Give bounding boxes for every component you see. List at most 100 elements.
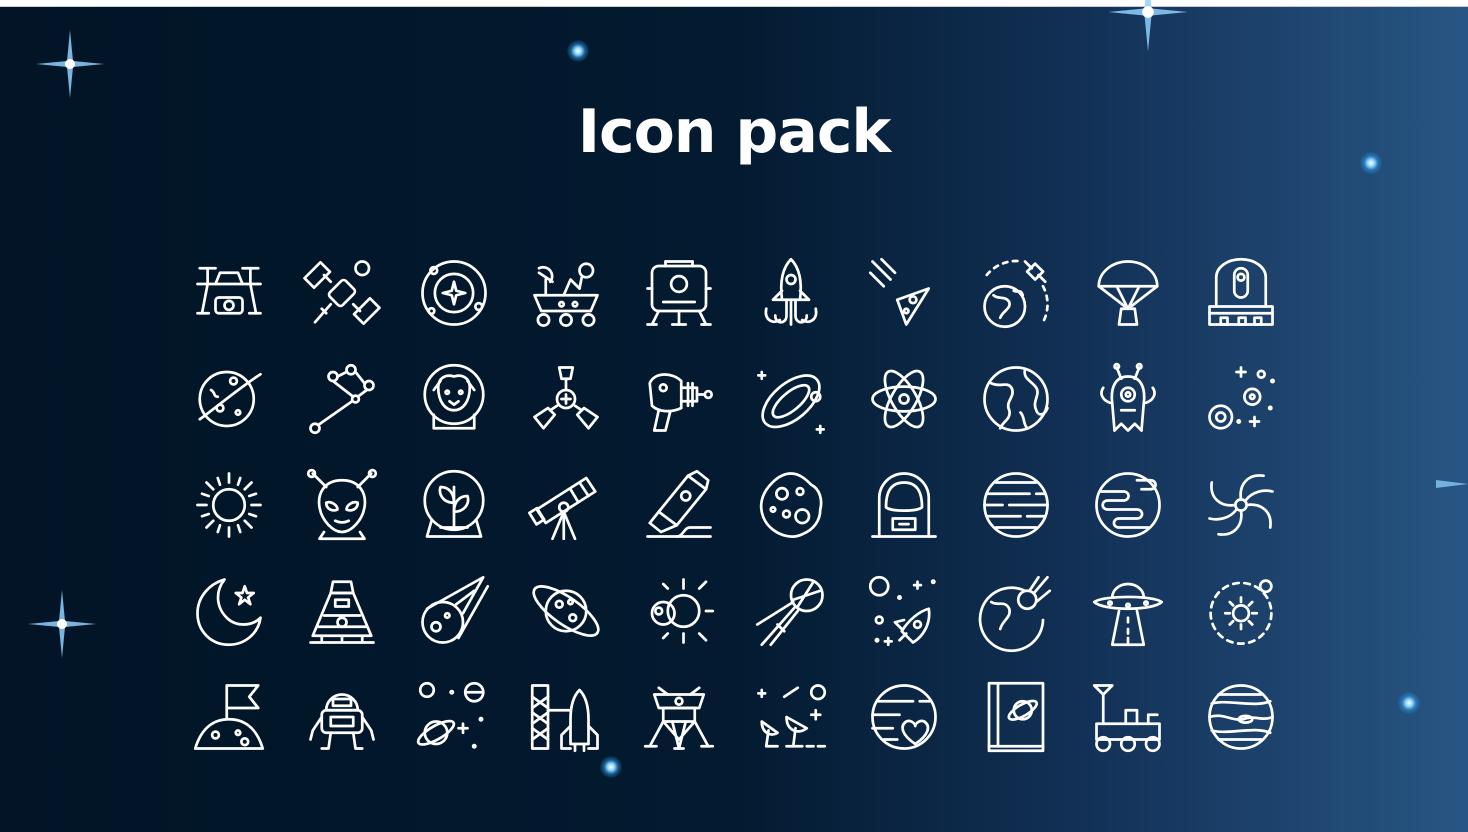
- icon-cell[interactable]: [398, 452, 510, 558]
- moon-flag-icon: [194, 684, 265, 750]
- observatory-icon: [1207, 257, 1274, 326]
- icon-cell[interactable]: [847, 664, 959, 770]
- meteor-shower-icon: [868, 257, 930, 326]
- satellite-icon: [302, 260, 381, 326]
- atom-icon: [870, 369, 937, 429]
- icon-cell[interactable]: [510, 558, 622, 664]
- icon-cell[interactable]: [1072, 664, 1184, 770]
- icon-cell[interactable]: [510, 452, 622, 558]
- ringed-planet-icon: [198, 370, 263, 428]
- rocket-launch-icon: [764, 257, 818, 326]
- icon-cell[interactable]: [1185, 346, 1297, 452]
- icon-cell[interactable]: [623, 558, 735, 664]
- icon-cell[interactable]: [398, 240, 510, 346]
- icon-cell[interactable]: [510, 346, 622, 452]
- sparkle-star-icon: [28, 590, 96, 658]
- moon-crater-icon: [760, 472, 823, 538]
- icon-cell[interactable]: [173, 346, 285, 452]
- space-station-module-icon: [533, 366, 600, 430]
- sparkle-star-icon: [1108, 0, 1188, 52]
- earth-map-icon: [1095, 472, 1162, 538]
- planets-icon: [416, 681, 485, 749]
- icon-cell[interactable]: [1072, 240, 1184, 346]
- icon-cell[interactable]: [285, 240, 397, 346]
- constellation-icon: [308, 363, 375, 435]
- icon-cell[interactable]: [1185, 240, 1297, 346]
- parachute-capsule-icon: [1097, 260, 1159, 326]
- orbit-sun-icon: [1208, 579, 1273, 645]
- alien-creature-icon: [1100, 362, 1157, 432]
- sun-icon: [196, 472, 263, 538]
- sputnik-icon: [756, 578, 824, 647]
- icon-cell[interactable]: [398, 664, 510, 770]
- icon-cell[interactable]: [735, 346, 847, 452]
- icon-cell[interactable]: [623, 452, 735, 558]
- shuttle-tower-icon: [531, 684, 600, 753]
- orbiting-satellite-icon: [983, 259, 1049, 329]
- eclipse-icon: [650, 578, 714, 644]
- icon-cell[interactable]: [1072, 346, 1184, 452]
- icon-cell[interactable]: [735, 452, 847, 558]
- icon-cell[interactable]: [623, 240, 735, 346]
- robot-icon: [308, 693, 375, 750]
- icon-cell[interactable]: [623, 346, 735, 452]
- icon-cell[interactable]: [398, 558, 510, 664]
- top-border: [0, 0, 1468, 7]
- icon-cell[interactable]: [1072, 452, 1184, 558]
- icon-cell[interactable]: [510, 664, 622, 770]
- icon-cell[interactable]: [285, 558, 397, 664]
- launch-pad-rocket-icon: [645, 469, 712, 538]
- jupiter-icon: [1207, 684, 1274, 750]
- galaxy-orbit-icon: [757, 370, 826, 435]
- icon-cell[interactable]: [623, 664, 735, 770]
- icon-cell[interactable]: [285, 346, 397, 452]
- icon-cell[interactable]: [847, 346, 959, 452]
- drone-icon: [196, 266, 263, 315]
- icon-cell[interactable]: [510, 240, 622, 346]
- glow-dot: [567, 40, 589, 62]
- alien-head-icon: [306, 468, 377, 541]
- icon-cell[interactable]: [735, 558, 847, 664]
- icon-cell[interactable]: [960, 664, 1072, 770]
- ray-gun-icon: [648, 373, 713, 432]
- icon-cell[interactable]: [1185, 664, 1297, 770]
- space-capsule-icon: [645, 260, 712, 326]
- icon-cell[interactable]: [285, 664, 397, 770]
- sparkle-star-icon: [1436, 480, 1468, 488]
- icon-cell[interactable]: [735, 664, 847, 770]
- icon-cell[interactable]: [173, 452, 285, 558]
- icon-cell[interactable]: [735, 240, 847, 346]
- mars-rover-icon: [533, 262, 600, 327]
- earth-icon: [983, 366, 1049, 432]
- glow-dot: [1398, 692, 1420, 714]
- plant-dome-icon: [423, 469, 485, 538]
- icon-cell[interactable]: [398, 346, 510, 452]
- comet-icon: [421, 575, 490, 644]
- icon-cell[interactable]: [847, 558, 959, 664]
- icon-cell[interactable]: [960, 452, 1072, 558]
- sparkle-star-icon: [36, 30, 104, 98]
- icon-cell[interactable]: [173, 558, 285, 664]
- icon-cell[interactable]: [960, 240, 1072, 346]
- astronaut-helmet-icon: [870, 472, 937, 538]
- icon-cell[interactable]: [960, 558, 1072, 664]
- telescope-icon: [528, 476, 597, 541]
- gas-giant-icon: [983, 472, 1049, 538]
- icon-cell[interactable]: [173, 240, 285, 346]
- saturn-icon: [532, 585, 600, 637]
- planet-system-icon: [1207, 366, 1275, 430]
- icon-grid: [173, 240, 1297, 753]
- radio-telescopes-icon: [757, 684, 827, 748]
- icon-cell[interactable]: [285, 452, 397, 558]
- icon-cell[interactable]: [173, 664, 285, 770]
- lunar-rover-icon: [1093, 684, 1162, 753]
- icon-cell[interactable]: [1185, 558, 1297, 664]
- lander-pod-icon: [308, 580, 375, 644]
- love-planet-icon: [870, 684, 937, 750]
- icon-cell[interactable]: [960, 346, 1072, 452]
- icon-cell[interactable]: [847, 240, 959, 346]
- icon-cell[interactable]: [1185, 452, 1297, 558]
- icon-cell[interactable]: [1072, 558, 1184, 664]
- icon-cell[interactable]: [847, 452, 959, 558]
- black-hole-icon: [1207, 474, 1274, 536]
